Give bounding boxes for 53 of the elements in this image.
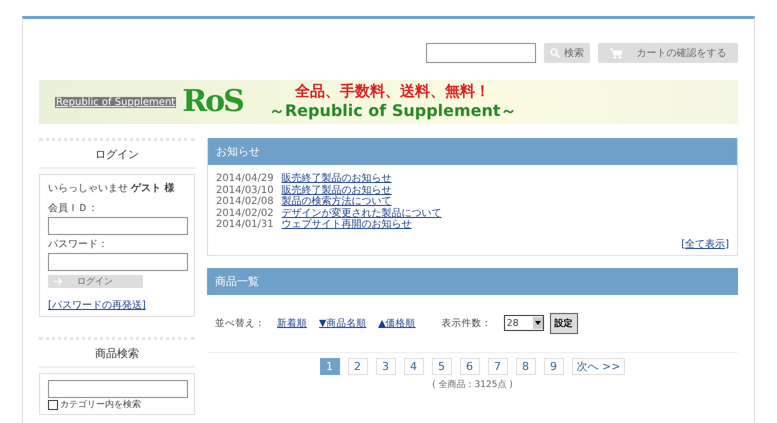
page-button[interactable]: 3	[376, 358, 396, 374]
member-id-field[interactable]	[48, 217, 188, 235]
page-button[interactable]: 2	[348, 358, 368, 374]
news-link[interactable]: 製品の検索方法について	[282, 196, 392, 208]
login-button[interactable]: ログイン	[48, 275, 143, 288]
total-count: ( 全商品：3125点 )	[431, 378, 514, 390]
news-date: 2014/04/29	[216, 173, 274, 184]
news-link[interactable]: 販売終了製品のお知らせ	[282, 173, 392, 184]
sort-link[interactable]: ▼商品名順	[319, 316, 366, 330]
news-date: 2014/01/31	[216, 219, 274, 230]
panel-header: お知らせ	[208, 138, 737, 165]
news-date: 2014/03/10	[216, 184, 274, 196]
sort-link[interactable]: 新着順	[277, 316, 307, 330]
page-button[interactable]: 6	[460, 358, 480, 374]
count-select[interactable]: 28	[504, 315, 544, 331]
sidebar-heading: ログイン	[39, 138, 195, 169]
panel-header: 商品一覧	[207, 268, 738, 294]
search-button[interactable]: 検索	[544, 43, 590, 63]
page-button[interactable]: 5	[432, 358, 452, 374]
cart-icon	[610, 48, 622, 58]
password-resend-link[interactable]: [パスワードの再発送]	[48, 298, 186, 312]
logo-text: RoS	[182, 87, 243, 117]
news-date: 2014/02/02	[216, 208, 274, 219]
sort-label: 並べ替え：	[215, 316, 265, 330]
field-label: 会員ＩＤ：	[48, 202, 99, 215]
page-button[interactable]: 8	[516, 358, 536, 374]
set-button[interactable]: 設定	[550, 312, 578, 334]
next-page-button[interactable]: 次へ >>	[572, 358, 626, 374]
arrow-icon	[54, 278, 63, 285]
sidebar-heading: 商品検索	[39, 337, 195, 368]
field-label: パスワード：	[48, 238, 109, 251]
count-label: 表示件数：	[442, 316, 492, 330]
dropdown-icon	[534, 321, 541, 325]
page-button[interactable]: 9	[544, 358, 564, 374]
search-field[interactable]	[426, 43, 536, 63]
checkbox-label: カテゴリー内を検索	[60, 400, 141, 410]
view-all-link[interactable]: [全て表示]	[681, 238, 729, 250]
sort-link[interactable]: ▲価格順	[378, 316, 416, 330]
checkbox[interactable]	[48, 400, 58, 410]
cart-button[interactable]: カートの確認をする	[598, 43, 738, 63]
news-link[interactable]: ウェブサイト再開のお知らせ	[282, 219, 412, 230]
news-date: 2014/02/08	[216, 196, 274, 208]
search-icon	[550, 48, 560, 58]
greeting-text: いらっしゃいませ ゲスト 様	[48, 182, 176, 195]
page-button[interactable]: 7	[488, 358, 508, 374]
password-field[interactable]	[48, 253, 188, 271]
banner-tagline: 全品、手数料、送料、無料！	[295, 82, 490, 101]
news-link[interactable]: デザインが変更された製品について	[282, 208, 442, 219]
home-link[interactable]: Republic of Supplement	[55, 96, 176, 108]
banner-subtitle: ～Republic of Supplement～	[268, 101, 517, 122]
news-link[interactable]: 販売終了製品のお知らせ	[282, 184, 392, 196]
keyword-field[interactable]	[48, 380, 188, 398]
page-button[interactable]: 4	[404, 358, 424, 374]
